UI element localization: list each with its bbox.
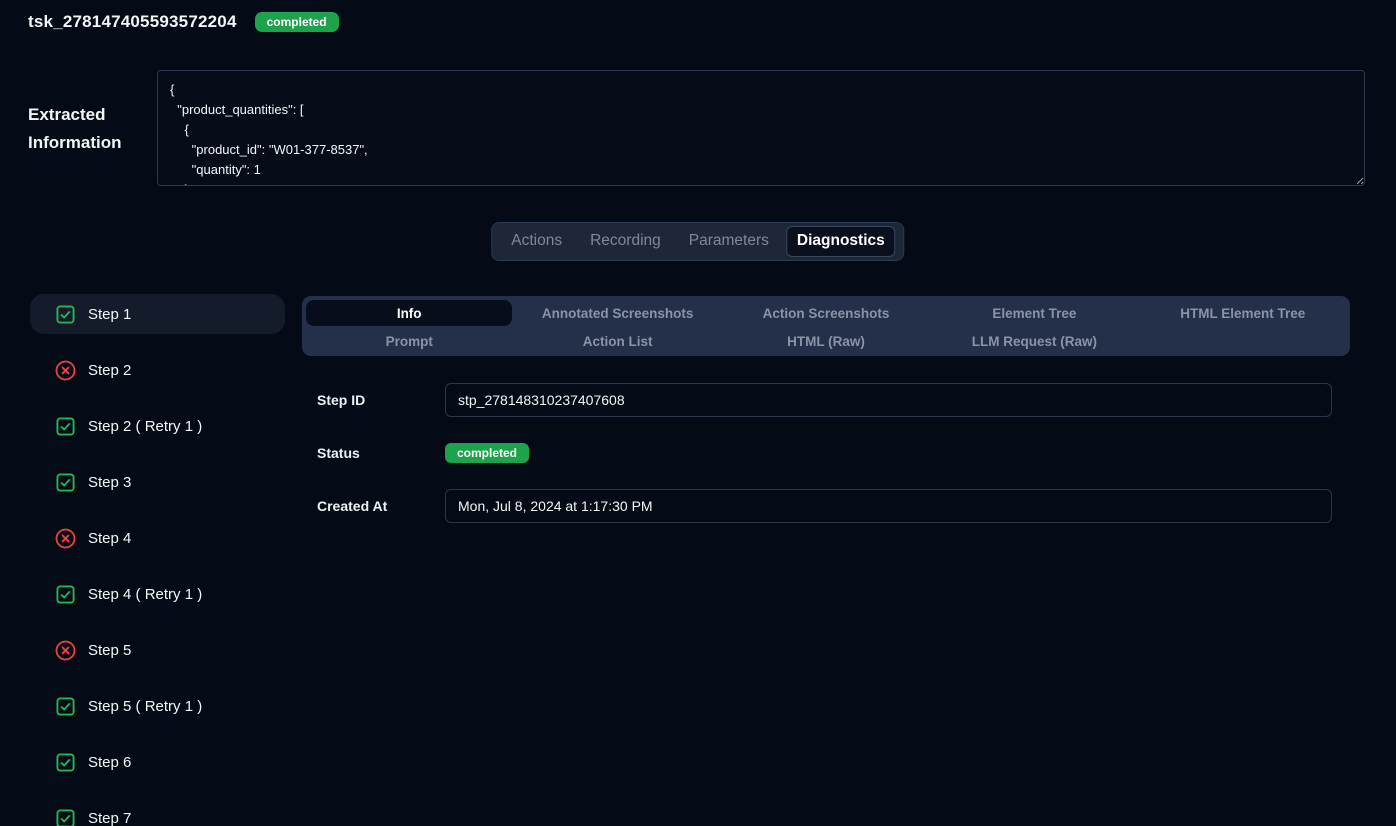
x-circle-icon bbox=[54, 527, 76, 549]
steps-sidebar: Step 1 Step 2 Step 2 ( Retry 1 ) Step 3 Step… bbox=[30, 294, 285, 826]
step-label: Step 6 bbox=[88, 754, 131, 771]
subtab-info[interactable]: Info bbox=[306, 300, 512, 326]
x-circle-icon bbox=[54, 639, 76, 661]
step-label: Step 4 ( Retry 1 ) bbox=[88, 586, 202, 603]
tab-recording[interactable]: Recording bbox=[579, 226, 672, 256]
subtab-html-raw[interactable]: HTML (Raw) bbox=[723, 328, 929, 354]
sidebar-item-step-1[interactable]: Step 1 bbox=[30, 294, 285, 334]
check-square-icon bbox=[54, 583, 76, 605]
step-id-input[interactable] bbox=[445, 383, 1332, 417]
created-at-row: Created At bbox=[317, 489, 1332, 523]
sidebar-item-step-5[interactable]: Step 5 bbox=[30, 630, 285, 670]
sidebar-item-step-7[interactable]: Step 7 bbox=[30, 798, 285, 826]
step-label: Step 4 bbox=[88, 530, 131, 547]
subtab-annotated-screenshots[interactable]: Annotated Screenshots bbox=[514, 300, 720, 326]
subtab-action-screenshots[interactable]: Action Screenshots bbox=[723, 300, 929, 326]
task-id-title: tsk_278147405593572204 bbox=[28, 12, 237, 32]
step-label: Step 2 ( Retry 1 ) bbox=[88, 418, 202, 435]
sidebar-item-step-5-retry-1[interactable]: Step 5 ( Retry 1 ) bbox=[30, 686, 285, 726]
check-square-icon bbox=[54, 807, 76, 826]
extracted-information-textarea[interactable] bbox=[157, 70, 1365, 186]
sidebar-item-step-4-retry-1[interactable]: Step 4 ( Retry 1 ) bbox=[30, 574, 285, 614]
step-label: Step 5 bbox=[88, 642, 131, 659]
status-row: Status completed bbox=[317, 442, 1332, 464]
subtab-prompt[interactable]: Prompt bbox=[306, 328, 512, 354]
check-square-icon bbox=[54, 695, 76, 717]
diagnostics-subtab-bar: InfoAnnotated ScreenshotsAction Screensh… bbox=[302, 296, 1350, 356]
extracted-information-label: Extracted Information bbox=[28, 101, 148, 157]
step-id-row: Step ID bbox=[317, 383, 1332, 417]
main-tab-bar: ActionsRecordingParametersDiagnostics bbox=[491, 222, 904, 261]
check-square-icon bbox=[54, 471, 76, 493]
check-square-icon bbox=[54, 303, 76, 325]
sidebar-item-step-6[interactable]: Step 6 bbox=[30, 742, 285, 782]
status-label: Status bbox=[317, 445, 445, 461]
step-label: Step 5 ( Retry 1 ) bbox=[88, 698, 202, 715]
subtab-action-list[interactable]: Action List bbox=[514, 328, 720, 354]
step-label: Step 7 bbox=[88, 810, 131, 826]
subtab-llm-request-raw[interactable]: LLM Request (Raw) bbox=[931, 328, 1137, 354]
tab-actions[interactable]: Actions bbox=[500, 226, 573, 256]
step-label: Step 1 bbox=[88, 306, 131, 323]
created-at-label: Created At bbox=[317, 498, 445, 514]
step-status-badge: completed bbox=[445, 443, 529, 463]
step-id-label: Step ID bbox=[317, 392, 445, 408]
created-at-input[interactable] bbox=[445, 489, 1332, 523]
step-label: Step 2 bbox=[88, 362, 131, 379]
sidebar-item-step-4[interactable]: Step 4 bbox=[30, 518, 285, 558]
step-label: Step 3 bbox=[88, 474, 131, 491]
check-square-icon bbox=[54, 415, 76, 437]
sidebar-item-step-2-retry-1[interactable]: Step 2 ( Retry 1 ) bbox=[30, 406, 285, 446]
x-circle-icon bbox=[54, 359, 76, 381]
task-status-badge: completed bbox=[255, 12, 339, 32]
sidebar-item-step-3[interactable]: Step 3 bbox=[30, 462, 285, 502]
subtab-element-tree[interactable]: Element Tree bbox=[931, 300, 1137, 326]
subtab-html-element-tree[interactable]: HTML Element Tree bbox=[1140, 300, 1346, 326]
diagnostics-page: tsk_278147405593572204 completed Extract… bbox=[0, 0, 1396, 826]
check-square-icon bbox=[54, 751, 76, 773]
tab-parameters[interactable]: Parameters bbox=[678, 226, 780, 256]
sidebar-item-step-2[interactable]: Step 2 bbox=[30, 350, 285, 390]
page-header: tsk_278147405593572204 completed bbox=[28, 12, 339, 32]
tab-diagnostics[interactable]: Diagnostics bbox=[786, 226, 896, 256]
